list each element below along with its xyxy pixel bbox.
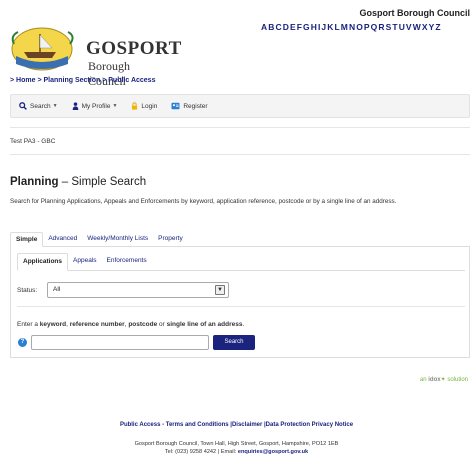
divider (10, 127, 470, 128)
logo-wordmark: GOSPORT (86, 38, 182, 59)
search-button[interactable]: Search (213, 335, 255, 350)
search-input[interactable] (31, 335, 209, 350)
top-navbar: Search ▼ My Profile ▼ Login Register (10, 94, 470, 118)
tab-weekly-monthly-lists[interactable]: Weekly/Monthly Lists (82, 232, 153, 247)
page-title: Planning – Simple Search (10, 176, 146, 188)
breadcrumb: > Home > Planning Section > Public Acces… (10, 77, 155, 84)
logo-subtitle: Borough Council (88, 59, 130, 88)
divider (17, 306, 465, 307)
divider (10, 154, 470, 155)
prompt-text: or (157, 321, 167, 328)
select-arrow-icon: ▼ (215, 285, 225, 295)
footer-email-link[interactable]: enquiries@gosport.gov.uk (238, 449, 308, 455)
subtab-enforcements[interactable]: Enforcements (102, 253, 152, 271)
chevron-down-icon: ▼ (112, 103, 118, 109)
idox-logo[interactable]: an idox✦ solution (420, 376, 468, 383)
simple-search-panel: Applications Appeals Enforcements Status… (10, 246, 470, 358)
prompt-text: Enter a (17, 321, 40, 328)
page-title-rest: – Simple Search (58, 176, 147, 188)
site-code: Test PA3 - GBC (10, 138, 56, 145)
nav-register-label: Register (183, 102, 208, 110)
prompt-address: single line of an address (166, 321, 243, 328)
status-label: Status: (17, 287, 38, 294)
user-icon (72, 102, 78, 110)
nav-register[interactable]: Register (171, 102, 208, 110)
tab-property[interactable]: Property (153, 232, 188, 247)
breadcrumb-planning[interactable]: > Planning Section (37, 77, 100, 84)
search-tabs: Simple Advanced Weekly/Monthly Lists Pro… (10, 232, 470, 247)
nav-my-profile[interactable]: My Profile ▼ (72, 102, 118, 110)
subtab-appeals[interactable]: Appeals (68, 253, 102, 271)
status-select-value: All (53, 286, 61, 293)
footer-links[interactable]: Public Access - Terms and Conditions |Di… (0, 422, 473, 428)
breadcrumb-home[interactable]: > Home (10, 77, 35, 84)
idox-an: an (419, 377, 427, 383)
prompt-keyword: keyword (39, 321, 67, 328)
nav-search[interactable]: Search ▼ (19, 102, 58, 110)
idox-swoosh-icon: ✦ (440, 377, 446, 383)
crest-logo (11, 27, 74, 71)
prompt-reference: reference number (69, 321, 125, 328)
az-index[interactable]: ABCDEFGHIJKLMNOPQRSTUVWXYZ (261, 22, 473, 32)
footer-address: Gosport Borough Council, Town Hall, High… (134, 441, 339, 447)
page-description: Search for Planning Applications, Appeal… (10, 198, 397, 205)
nav-login-label: Login (141, 102, 158, 110)
status-select[interactable]: All ▼ (47, 282, 229, 298)
search-prompt: Enter a keyword, reference number, postc… (17, 321, 244, 328)
tab-simple[interactable]: Simple (10, 232, 44, 247)
council-logo[interactable]: GOSPORT Borough Council (10, 26, 181, 88)
nav-search-label: Search (30, 102, 51, 110)
idox-brand: idox (428, 377, 441, 383)
search-type-tabs: Applications Appeals Enforcements (17, 253, 465, 271)
breadcrumb-public-access[interactable]: > Public Access (102, 77, 155, 84)
nav-my-profile-label: My Profile (81, 102, 111, 110)
register-icon (171, 102, 180, 110)
footer-tel: Tel: (023) 9258 4242 | Email: (164, 449, 238, 455)
prompt-postcode: postcode (128, 321, 158, 328)
council-name: Gosport Borough Council (359, 8, 471, 18)
search-icon (19, 102, 27, 110)
tab-advanced[interactable]: Advanced (43, 232, 82, 247)
chevron-down-icon: ▼ (52, 103, 58, 109)
help-icon[interactable]: ? (18, 338, 27, 347)
nav-login[interactable]: Login (131, 102, 157, 110)
footer-contact: Tel: (023) 9258 4242 | Email: enquiries@… (0, 449, 473, 455)
lock-icon (132, 102, 138, 110)
page-title-bold: Planning (10, 176, 59, 188)
idox-solution: solution (447, 377, 468, 383)
subtab-applications[interactable]: Applications (17, 253, 69, 271)
prompt-text: . (242, 321, 245, 328)
